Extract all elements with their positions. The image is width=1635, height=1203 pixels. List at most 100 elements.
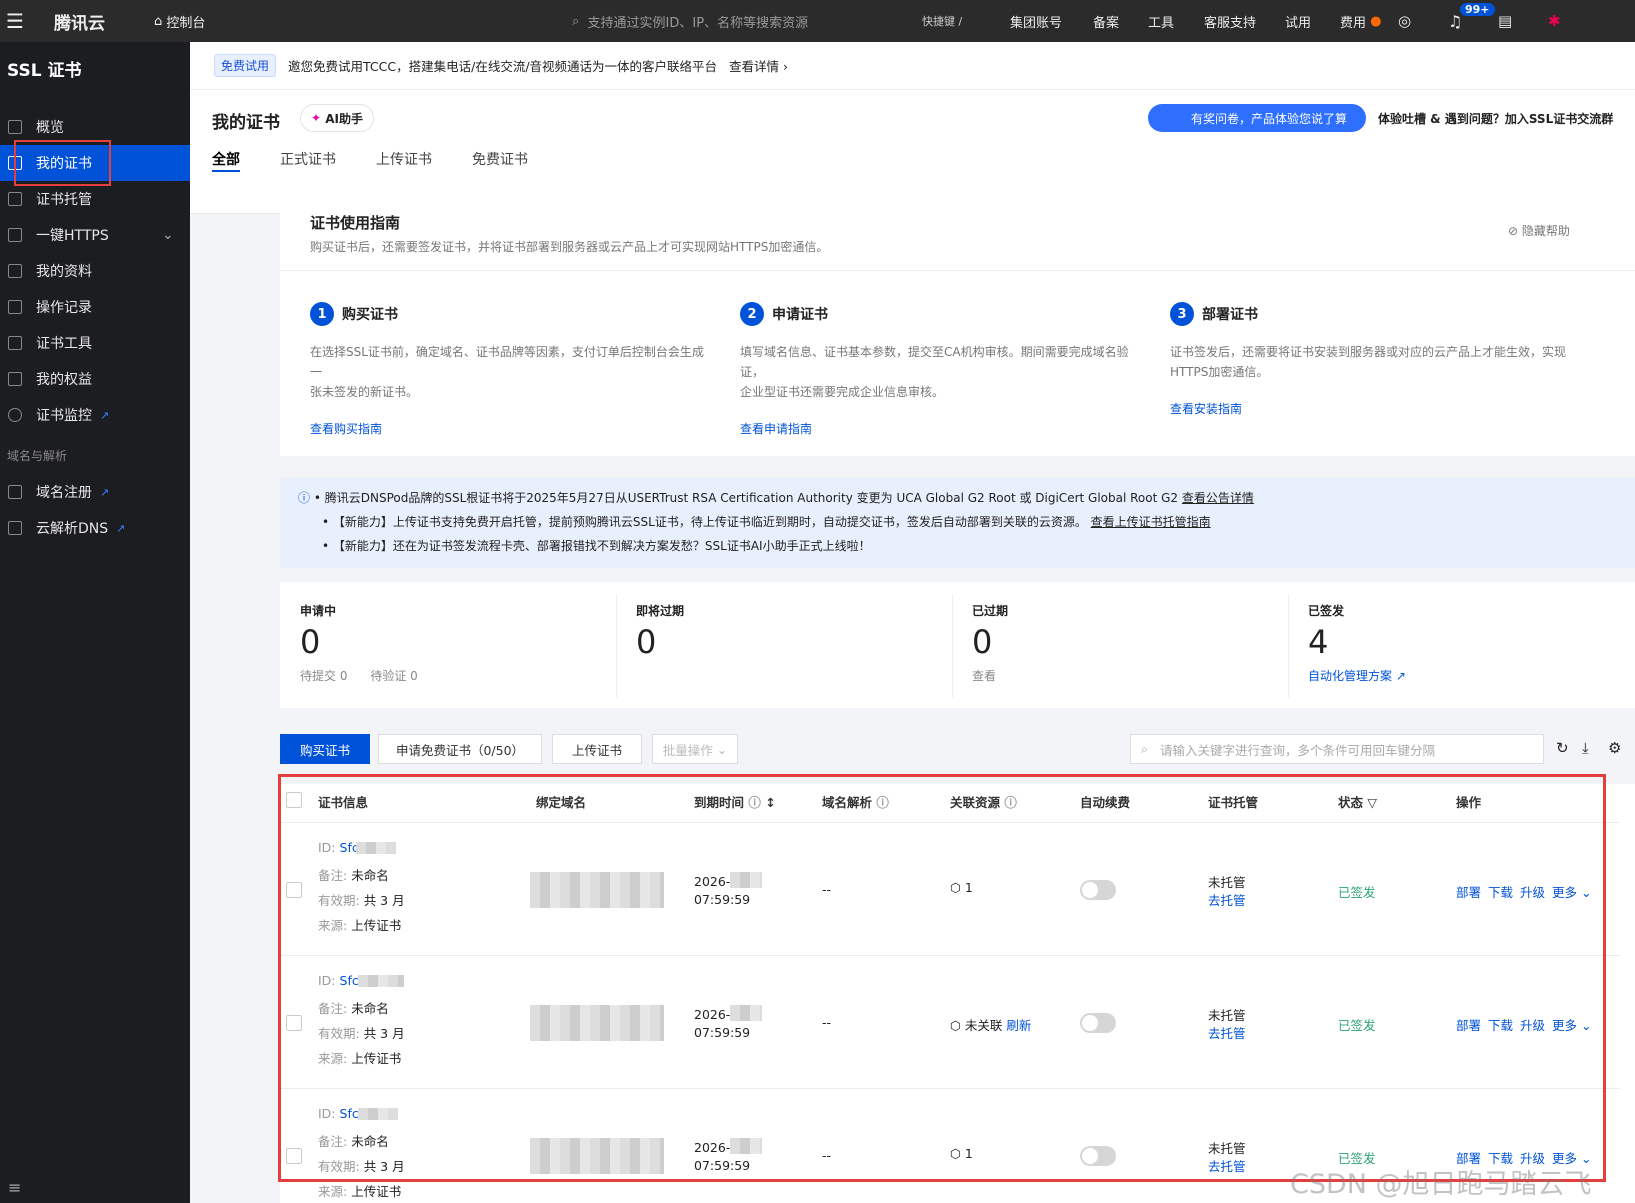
topnav-beian[interactable]: 备案 <box>1093 0 1119 42</box>
info-icon: ⓘ <box>298 491 311 505</box>
topnav-tools[interactable]: 工具 <box>1148 0 1174 42</box>
page-title: 我的证书 <box>212 113 280 133</box>
home-icon: ⌂ <box>154 13 163 29</box>
promo-banner: 免费试用 邀您免费试用TCCC，搭建集电话/在线交流/音视频通话为一体的客户联络… <box>190 42 1635 90</box>
menu-icon[interactable]: ☰ <box>6 0 24 42</box>
section-domain: 域名与解析 <box>7 449 68 463</box>
free-trial-pill: 免费试用 <box>214 54 277 77</box>
dns-icon <box>8 521 22 535</box>
stat-sub[interactable]: 待提交 0 <box>300 669 347 683</box>
highlight-box <box>278 774 1606 1182</box>
eye-off-icon: ⊘ <box>1508 224 1519 238</box>
sidebar-item-hosting[interactable]: 证书托管 <box>0 181 190 217</box>
external-link-icon: ↗ <box>116 521 126 535</box>
tab-indicator <box>212 170 240 172</box>
tab-all[interactable]: 全部 <box>212 149 240 169</box>
stat-expired: 已过期 0 查看 <box>972 602 1008 684</box>
stat-label: 申请中 <box>300 604 337 618</box>
highlight-box <box>14 140 111 186</box>
sidebar-item-profile[interactable]: 我的资料 <box>0 253 190 289</box>
dot-icon: ● <box>1370 13 1382 29</box>
topnav-trial[interactable]: 试用 <box>1285 0 1311 42</box>
chevron-down-icon: ⌄ <box>162 227 174 243</box>
tool-icon <box>8 336 22 350</box>
sidebar-item-monitor[interactable]: 证书监控 ↗ <box>0 397 190 433</box>
sidebar-item-domain-reg[interactable]: 域名注册 ↗ <box>0 474 190 510</box>
ai-assistant-button[interactable]: ✦ AI助手 <box>300 104 375 132</box>
stat-value: 0 <box>300 623 321 661</box>
tab-upload[interactable]: 上传证书 <box>376 149 432 169</box>
search-icon: ⌕ <box>572 13 580 29</box>
refresh-icon[interactable]: ↻ <box>1556 739 1569 757</box>
topnav-billing[interactable]: 费用 ● <box>1340 0 1382 42</box>
step-desc: 证书签发后，还需要将证书安装到服务器或对应的云产品上才能生效，实现 <box>1170 345 1567 359</box>
install-guide-link[interactable]: 查看安装指南 <box>1170 400 1570 417</box>
gear-icon[interactable]: ⚙ <box>1608 739 1621 757</box>
external-link-icon: ↗ <box>100 485 110 499</box>
notice-line: ⓘ • 腾讯云DNSPod品牌的SSL根证书将于2025年5月27日从USERT… <box>298 491 1254 505</box>
sidebar-item-https[interactable]: 一键HTTPS ⌄ <box>0 217 190 253</box>
avatar[interactable]: ✱ <box>1548 0 1561 42</box>
feedback-link[interactable]: 体验吐槽 & 遇到问题？加入SSL证书交流群 <box>1378 110 1613 127</box>
tab-free[interactable]: 免费证书 <box>472 149 528 169</box>
batch-dropdown[interactable]: 批量操作 ⌄ <box>652 734 738 764</box>
console-link[interactable]: ⌂ 控制台 <box>154 0 205 42</box>
tab-official[interactable]: 正式证书 <box>280 149 336 169</box>
divider <box>280 270 1635 271</box>
sidebar-item-dns[interactable]: 云解析DNS ↗ <box>0 510 190 546</box>
help-icon[interactable]: ◎ <box>1398 0 1411 42</box>
buy-cert-button[interactable]: 购买证书 <box>280 734 370 764</box>
sidebar-item-benefits[interactable]: 我的权益 <box>0 361 190 397</box>
survey-button[interactable]: 有奖问卷，产品体验您说了算 <box>1148 104 1366 132</box>
buy-guide-link[interactable]: 查看购买指南 <box>310 420 710 437</box>
monitor-icon <box>8 408 22 422</box>
notice-link[interactable]: 查看上传证书托管指南 <box>1091 515 1211 529</box>
sidebar-item-logs[interactable]: 操作记录 <box>0 289 190 325</box>
search-icon: ⌕ <box>1141 741 1149 756</box>
step-number: 3 <box>1170 302 1194 326</box>
grid-icon <box>8 120 22 134</box>
hide-help-button[interactable]: ⊘ 隐藏帮助 <box>1508 222 1570 239</box>
stat-sub[interactable]: 查看 <box>972 667 1008 684</box>
download-icon[interactable]: ⤓ <box>1582 739 1589 757</box>
field-label: 来源: <box>318 1184 348 1199</box>
topnav-group[interactable]: 集团账号 <box>1010 0 1062 42</box>
step-desc: 企业型证书还需要完成企业信息审核。 <box>740 385 945 399</box>
stat-applying: 申请中 0 待提交 0 待验证 0 <box>300 602 418 684</box>
step-number: 1 <box>310 302 334 326</box>
step-title: 部署证书 <box>1202 307 1258 323</box>
notification-badge: 99+ <box>1460 3 1495 16</box>
upload-cert-button[interactable]: 上传证书 <box>552 734 642 764</box>
stat-label: 已签发 <box>1308 604 1345 618</box>
domain-icon <box>8 485 22 499</box>
cart-icon[interactable]: ▤ <box>1498 0 1512 42</box>
stat-expiring: 即将过期 0 <box>636 602 684 661</box>
apply-guide-link[interactable]: 查看申请指南 <box>740 420 1140 437</box>
topnav-support[interactable]: 客服支持 <box>1204 0 1256 42</box>
step-title: 申请证书 <box>772 307 828 323</box>
chevron-down-icon: ⌄ <box>716 741 728 757</box>
table-search-input[interactable]: ⌕ 请输入关键字进行查询，多个条件可用回车键分隔 <box>1130 734 1544 764</box>
notice-line: • 【新能力】还在为证书签发流程卡壳、部署报错找不到解决方案发愁？SSL证书AI… <box>322 539 871 553</box>
step-desc: 填写域名信息、证书基本参数，提交至CA机构审核。期间需要完成域名验证， <box>740 345 1129 379</box>
product-title: SSL 证书 <box>7 61 82 81</box>
notice-link[interactable]: 查看公告详情 <box>1182 491 1254 505</box>
stat-value: 4 <box>1308 623 1329 661</box>
guide-card: 证书使用指南 购买证书后，还需要签发证书，并将证书部署到服务器或云产品上才可实现… <box>280 194 1635 456</box>
banner-link[interactable]: 查看详情 › <box>729 56 788 75</box>
folder-icon <box>8 264 22 278</box>
guide-desc: 购买证书后，还需要签发证书，并将证书部署到服务器或云产品上才可实现网站HTTPS… <box>310 240 829 254</box>
collapse-icon[interactable]: ≡ <box>8 1178 21 1197</box>
search-input[interactable]: ⌕ 支持通过实例ID、IP、名称等搜索资源 <box>572 0 808 42</box>
apply-free-button[interactable]: 申请免费证书（0/50） <box>378 734 542 764</box>
step-desc: HTTPS加密通信。 <box>1170 365 1269 379</box>
stat-issued: 已签发 4 自动化管理方案 ↗ <box>1308 602 1406 684</box>
log-icon <box>8 300 22 314</box>
automation-link[interactable]: 自动化管理方案 ↗ <box>1308 667 1406 684</box>
logo[interactable]: 腾讯云 <box>54 0 105 42</box>
sidebar-item-tools[interactable]: 证书工具 <box>0 325 190 361</box>
external-link-icon: ↗ <box>100 408 110 422</box>
stat-sub[interactable]: 待验证 0 <box>370 669 417 683</box>
sidebar: SSL 证书 概览 我的证书 证书托管 一键HTTPS ⌄ 我的资料 操作记录 证… <box>0 42 190 1203</box>
step-desc: 张未签发的新证书。 <box>310 385 419 399</box>
